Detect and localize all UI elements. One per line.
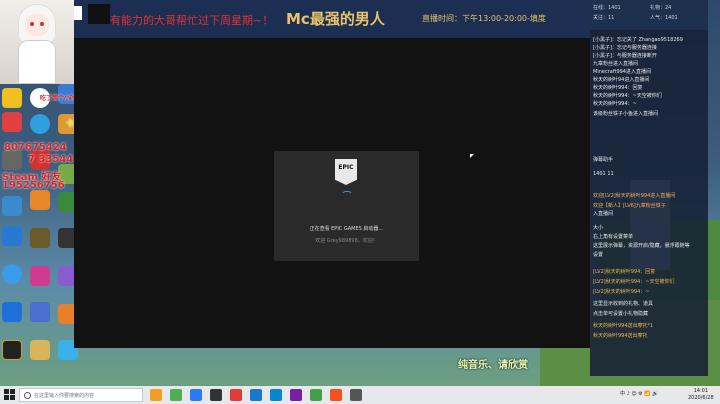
chat-line: 九章粉丝进入直播间 xyxy=(593,61,639,67)
chat-line: 秋天的树叶994：回复 xyxy=(593,85,643,91)
app-icon-8[interactable] xyxy=(2,340,22,360)
folder-icon[interactable] xyxy=(2,88,22,108)
chat-line: 大小 xyxy=(593,225,604,231)
taskbar-app-icon[interactable] xyxy=(150,389,162,401)
taskbar-app-icon[interactable] xyxy=(250,389,262,401)
stat-online: 在线：1401 xyxy=(593,5,621,11)
game-thumb-icon xyxy=(88,4,110,24)
taskbar-app-icon[interactable] xyxy=(290,389,302,401)
taskbar-clock[interactable]: 14:01 2020/6/28 xyxy=(688,388,714,402)
steam-id: 195256756 xyxy=(2,180,65,191)
like-count: 1401 11 xyxy=(593,171,614,177)
loading-spinner-icon xyxy=(341,191,353,203)
taskbar-app-icon[interactable] xyxy=(230,389,242,401)
stream-top-bar: 有能力的大哥帮忙过下周星期~！ Mc最强的男人 直播时间：下午13:00-20:… xyxy=(74,0,590,38)
danmaku-panel[interactable]: 在线：1401 礼物：24 关注：11 人气：1401 [小黑子]：忘记关了 Z… xyxy=(590,0,708,376)
app-icon-3[interactable] xyxy=(30,190,50,210)
live-time: 直播时间：下午13:00-20:00-填度 xyxy=(422,14,546,23)
chat-line: [LV2]秋天的树叶994：回复 xyxy=(593,269,656,275)
music-caption: 纯音乐、请欣赏 xyxy=(458,360,528,371)
chat-line: 秋天的树叶994：~天空被你们 xyxy=(593,93,662,99)
taskbar-app-icon[interactable] xyxy=(210,389,222,401)
chat-line: 秋天的树叶94进入直播间 xyxy=(593,77,650,83)
taskbar-app-icon[interactable] xyxy=(330,389,342,401)
chat-line: 秋天的树叶994送出摩托 xyxy=(593,333,648,339)
taskbar-app-icon[interactable] xyxy=(270,389,282,401)
qq-number-2: 7 33544 xyxy=(28,154,74,165)
chat-line: 设置 xyxy=(593,252,604,258)
small-white-icon xyxy=(74,6,82,20)
chat-line: Minecraft994进入直播间 xyxy=(593,69,651,75)
chat-line: 右上角有设置菜单 xyxy=(593,234,634,240)
chat-line: 入直播间 xyxy=(593,211,614,217)
edge-icon[interactable] xyxy=(2,302,22,322)
cursor-icon xyxy=(470,154,474,158)
fans-title: Mc最强的男人 xyxy=(286,10,385,28)
chat-line: 欢迎[LV2]秋天的树叶994进入直播间 xyxy=(593,193,676,199)
shield-icon[interactable] xyxy=(2,226,22,246)
clock-date: 2020/6/28 xyxy=(688,395,714,401)
game-icon[interactable] xyxy=(2,112,22,132)
taskbar-app-icon[interactable] xyxy=(350,389,362,401)
app-icon-9[interactable] xyxy=(30,340,50,360)
stat-gift: 礼物：24 xyxy=(650,5,672,11)
system-tray[interactable]: 中 ♪ 😊 ⚙ 📶 🔊 xyxy=(620,390,658,397)
chrome-icon[interactable] xyxy=(2,264,22,284)
launcher-sub-status: 欢迎 Grey989898，欢迎！ xyxy=(315,238,378,244)
browser-icon[interactable] xyxy=(30,114,50,134)
launcher-window[interactable]: EPIC 正在查看 EPIC GAMES 启动器… 欢迎 Grey989898，… xyxy=(74,38,590,348)
chat-line: [小黑子]：与服务器连接断开 xyxy=(593,53,657,59)
search-placeholder: 在这里输入你要搜索的内容 xyxy=(34,393,95,399)
chat-line: [小黑子]：忘记关了 Zhangao9518269 xyxy=(593,37,683,43)
chat-line: 秋天的树叶994：~ xyxy=(593,101,637,107)
clock-time: 14:01 xyxy=(693,388,709,394)
taskbar-search-input[interactable]: 在这里输入你要搜索的内容 xyxy=(19,388,143,402)
chat-line: 这里展示弹幕，资源开启/隐藏，悬浮跟随等 xyxy=(593,243,690,249)
steam-icon[interactable] xyxy=(2,150,22,170)
chat-line: 秋天的树叶994送出摩托*1 xyxy=(593,323,654,329)
top-caption: 有能力的大哥帮忙过下周星期~！ xyxy=(110,14,274,27)
launcher-status: 正在查看 EPIC GAMES 启动器… xyxy=(309,226,384,232)
chat-line: [LV2]秋天的树叶994：~天空被你们 xyxy=(593,279,675,285)
stat-popularity: 人气：1401 xyxy=(650,15,678,21)
qq-number: 807675424 xyxy=(4,142,67,153)
taskbar-app-icon[interactable] xyxy=(190,389,202,401)
app-icon-4[interactable] xyxy=(30,266,50,286)
streamer-avatar xyxy=(0,0,74,84)
taskbar-app-icon[interactable] xyxy=(310,389,322,401)
app-icon-6[interactable] xyxy=(30,302,50,322)
taskbar: 在这里输入你要搜索的内容 中 ♪ 😊 ⚙ 📶 🔊 14:01 2020/6/28 xyxy=(0,386,720,404)
epic-logo-icon: EPIC xyxy=(335,159,357,185)
search-icon xyxy=(24,392,31,399)
stat-follow: 关注：11 xyxy=(593,15,615,21)
start-button[interactable] xyxy=(4,389,16,401)
chat-line: 这里显示收到的礼物、道具 xyxy=(593,301,654,307)
taskbar-app-icon[interactable] xyxy=(170,389,182,401)
chat-line: [小黑子]：忘记与服务器连接 xyxy=(593,45,657,51)
chat-line: 点击单可设置小礼物隐藏 xyxy=(593,311,649,317)
stats-bar: 在线：1401 礼物：24 关注：11 人气：1401 xyxy=(590,0,708,30)
chat-line: 该级粉丝铁子小鱼进入直播间 xyxy=(593,111,659,117)
network-icon[interactable] xyxy=(2,196,22,216)
danmaku-assistant-label: 弹幕助手 xyxy=(593,157,614,163)
chat-line: 欢迎【新人】[LV6]九章粉丝铁子 xyxy=(593,203,666,209)
pubg-icon[interactable] xyxy=(30,228,50,248)
chat-line: [LV2]秋天的树叶994：~ xyxy=(593,289,650,295)
epic-loading-dialog: EPIC 正在查看 EPIC GAMES 启动器… 欢迎 Grey989898，… xyxy=(274,151,419,261)
